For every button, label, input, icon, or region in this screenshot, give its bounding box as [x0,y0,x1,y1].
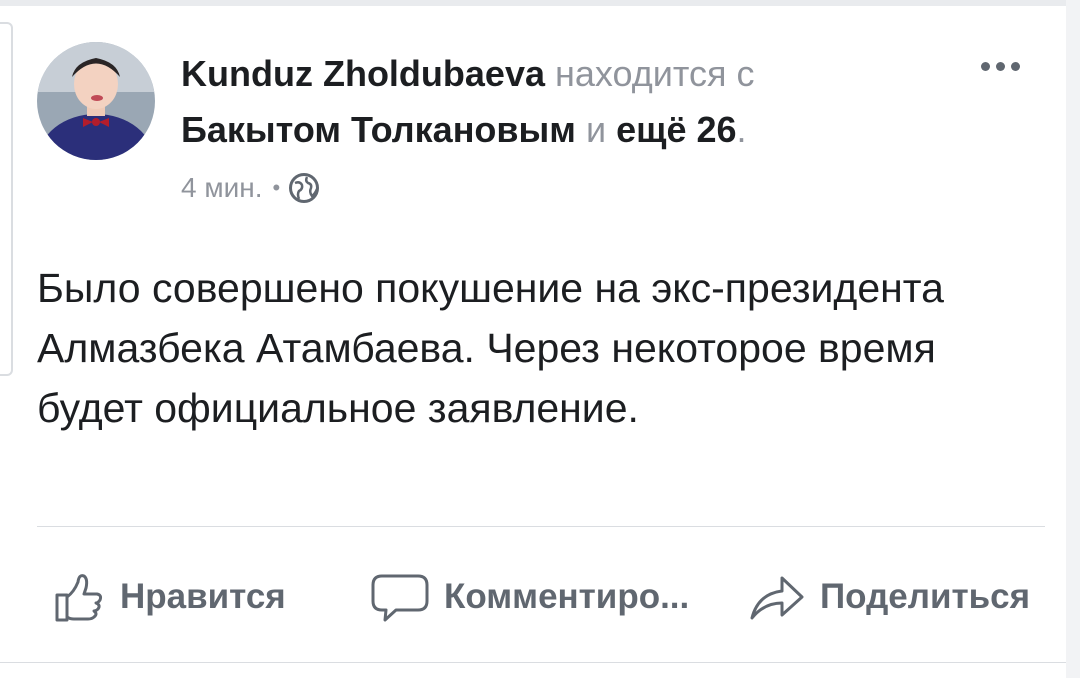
share-button[interactable]: Поделиться [748,566,1030,628]
thumbs-up-icon [55,574,103,622]
with-text: находится с [555,53,755,94]
author-name[interactable]: Kunduz Zholdubaeva [181,53,545,94]
author-avatar[interactable] [37,42,155,160]
and-text: и [585,109,607,150]
top-strip [0,0,1080,6]
right-edge [1066,0,1080,678]
comment-button[interactable]: Комментиро... [370,566,689,628]
share-label: Поделиться [820,577,1031,616]
post-meta: 4 мин. • [181,168,320,208]
timestamp[interactable]: 4 мин. [181,172,262,204]
comment-label: Комментиро... [444,577,690,616]
post-header: Kunduz Zholdubaeva находится с Бакытом Т… [181,46,951,158]
like-button[interactable]: Нравится [52,566,286,628]
others-link[interactable]: ещё 26 [616,109,736,150]
more-options-icon[interactable] [968,52,1032,80]
tagged-person-link[interactable]: Бакытом Толкановым [181,109,576,150]
post-body-text: Было совершено покушение на экс-президен… [37,265,944,431]
share-arrow-icon [750,576,804,620]
previous-card-edge [0,22,13,376]
speech-bubble-icon [371,574,429,622]
post-actions: Нравится Комментиро... Поделиться [0,566,1066,628]
like-label: Нравится [120,577,286,616]
actions-divider [37,526,1045,527]
meta-separator: • [272,175,281,200]
header-period: . [736,109,747,150]
globe-icon[interactable] [288,172,320,204]
bottom-divider [0,662,1066,663]
